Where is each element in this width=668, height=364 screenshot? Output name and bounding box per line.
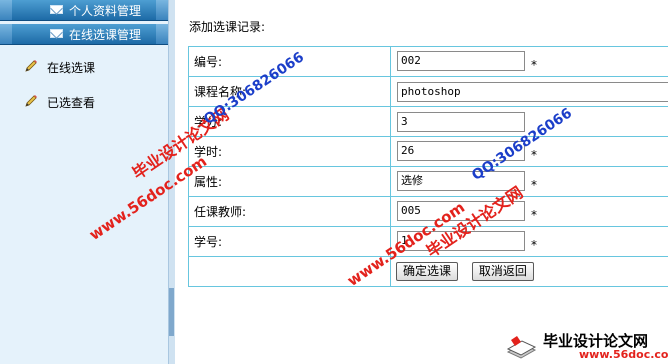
field-label: 属性:: [188, 166, 391, 197]
confirm-selection-button[interactable]: 确定选课: [396, 262, 459, 281]
form-row-actions: 确定选课 取消返回: [188, 256, 668, 287]
field-label: 课程名称:: [188, 76, 391, 107]
form-row-course-name: 课程名称: photoshop: [188, 76, 668, 107]
form-row-teacher: 任课教师: 005 *: [188, 196, 668, 227]
required-mark: *: [531, 177, 537, 192]
sidebar-item-online-select[interactable]: 在线选课: [0, 56, 168, 78]
required-mark: *: [531, 147, 537, 162]
form-row-student-no: 学号: 1 *: [188, 226, 668, 257]
sidebar-item-label: 在线选课: [47, 61, 96, 75]
sidebar-scroll-thumb[interactable]: [169, 288, 174, 336]
field-label: 编号:: [188, 46, 391, 77]
site-logo: 毕业设计论文网 www.56doc.com: [505, 330, 668, 364]
form-row-credit: 学分: 3: [188, 106, 668, 137]
attribute-field[interactable]: 选修: [397, 171, 525, 192]
menu-group-course-selection[interactable]: 在线选课管理: [0, 24, 168, 45]
book-logo-icon: [506, 336, 537, 359]
teacher-field[interactable]: 005: [397, 201, 525, 222]
field-label: 学号:: [188, 226, 391, 257]
cancel-return-button[interactable]: 取消返回: [471, 262, 534, 281]
student-number-field[interactable]: 1: [397, 231, 525, 252]
sidebar: 个人资料管理 在线选课管理 在线选课 已选查看: [0, 0, 168, 364]
form-row-hours: 学时: 26 *: [188, 136, 668, 167]
sidebar-item-selected-view[interactable]: 已选查看: [0, 91, 168, 113]
course-record-form: 编号: 002 * 课程名称: photoshop 学分: 3 学时: 26 * 属…: [188, 46, 668, 287]
form-row-id: 编号: 002 *: [188, 46, 668, 77]
menu-group-label: 个人资料管理: [69, 4, 142, 18]
menu-group-personal-info[interactable]: 个人资料管理: [0, 0, 168, 21]
envelope-icon: [50, 5, 63, 14]
pencil-icon: [25, 95, 37, 107]
required-mark: *: [531, 207, 537, 222]
menu-group-label: 在线选课管理: [69, 28, 142, 42]
field-label: 学分:: [188, 106, 391, 137]
hours-field[interactable]: 26: [397, 141, 525, 162]
field-label: 任课教师:: [188, 196, 391, 227]
credit-field[interactable]: 3: [397, 111, 525, 132]
logo-url: www.56doc.com: [579, 348, 668, 361]
main-content: 添加选课记录: 编号: 002 * 课程名称: photoshop 学分: 3 学…: [175, 0, 668, 364]
field-label: 学时:: [188, 136, 391, 167]
form-row-attribute: 属性: 选修 *: [188, 166, 668, 197]
course-name-field[interactable]: photoshop: [397, 81, 668, 102]
required-mark: *: [531, 237, 537, 252]
envelope-icon: [50, 29, 63, 38]
id-field[interactable]: 002: [397, 51, 525, 72]
page-title: 添加选课记录:: [189, 20, 266, 34]
required-mark: *: [531, 57, 537, 72]
pencil-icon: [25, 60, 37, 72]
sidebar-item-label: 已选查看: [47, 96, 96, 110]
